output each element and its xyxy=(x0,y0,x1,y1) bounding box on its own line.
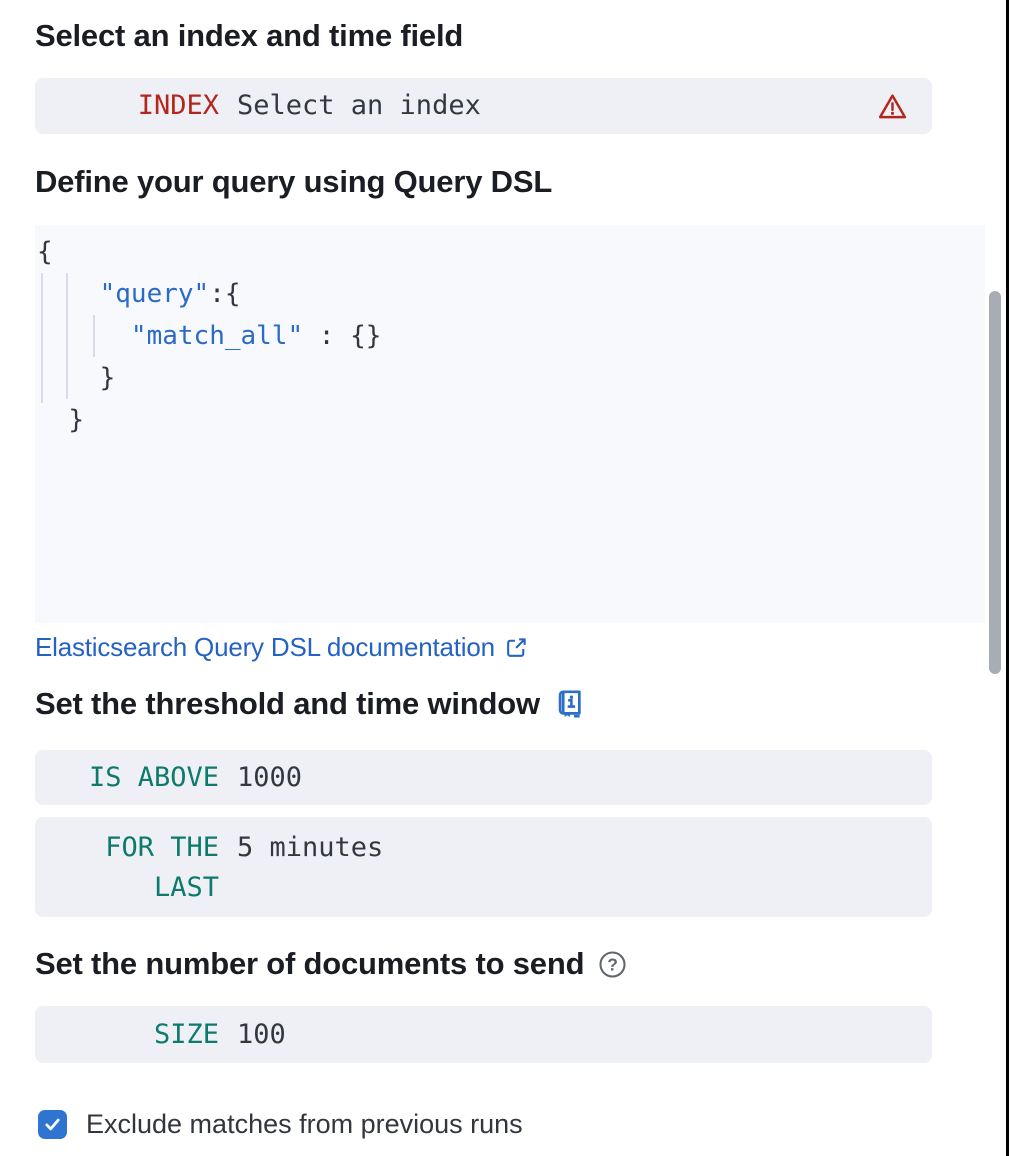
question-in-circle-icon[interactable]: ? xyxy=(597,949,628,980)
code-line: } xyxy=(37,399,381,441)
index-expression-description: INDEX xyxy=(59,86,219,126)
threshold-expression-button[interactable]: IS ABOVE 1000 xyxy=(35,750,932,805)
scrollbar-thumb[interactable] xyxy=(989,291,1001,674)
size-expression-description: SIZE xyxy=(59,1015,219,1055)
checkbox-check-icon[interactable] xyxy=(38,1110,67,1139)
size-expression-value: 100 xyxy=(237,1015,286,1055)
docs-link-label: Elasticsearch Query DSL documentation xyxy=(35,632,495,663)
index-expression-value: Select an index xyxy=(237,86,481,126)
size-section-heading-text: Set the number of documents to send xyxy=(35,946,584,982)
code-line: "match_all" : {} xyxy=(37,315,381,357)
time-window-expression-description: FOR THE LAST xyxy=(59,828,219,908)
query-section-heading: Define your query using Query DSL xyxy=(35,164,552,200)
query-section-heading-text: Define your query using Query DSL xyxy=(35,164,552,200)
size-section-heading: Set the number of documents to send ? xyxy=(35,946,628,982)
index-section-heading: Select an index and time field xyxy=(35,18,463,54)
query-dsl-docs-link[interactable]: Elasticsearch Query DSL documentation xyxy=(35,632,529,663)
time-window-expression-button[interactable]: FOR THE LAST 5 minutes xyxy=(35,817,932,917)
panel-right-border xyxy=(1006,0,1009,1156)
threshold-section-heading: Set the threshold and time window xyxy=(35,686,587,722)
exclude-previous-runs-checkbox[interactable]: Exclude matches from previous runs xyxy=(38,1109,523,1140)
size-expression-button[interactable]: SIZE 100 xyxy=(35,1006,932,1063)
checkbox-label: Exclude matches from previous runs xyxy=(86,1109,523,1140)
index-expression-button[interactable]: INDEX Select an index xyxy=(35,78,932,134)
threshold-expression-description: IS ABOVE xyxy=(59,758,219,798)
threshold-section-heading-text: Set the threshold and time window xyxy=(35,686,540,722)
code-line: { xyxy=(37,231,381,273)
index-section-heading-text: Select an index and time field xyxy=(35,18,463,54)
svg-text:?: ? xyxy=(608,954,618,974)
code-line: } xyxy=(37,357,381,399)
documentation-book-icon[interactable] xyxy=(553,686,587,722)
warning-icon xyxy=(877,91,908,122)
threshold-expression-value: 1000 xyxy=(237,758,302,798)
time-window-expression-value: 5 minutes xyxy=(237,828,383,868)
query-dsl-editor[interactable]: { "query":{ "match_all" : {} } } xyxy=(35,225,985,623)
code-editor-content: { "query":{ "match_all" : {} } } xyxy=(37,231,381,441)
external-link-icon xyxy=(504,635,529,660)
code-line: "query":{ xyxy=(37,273,381,315)
